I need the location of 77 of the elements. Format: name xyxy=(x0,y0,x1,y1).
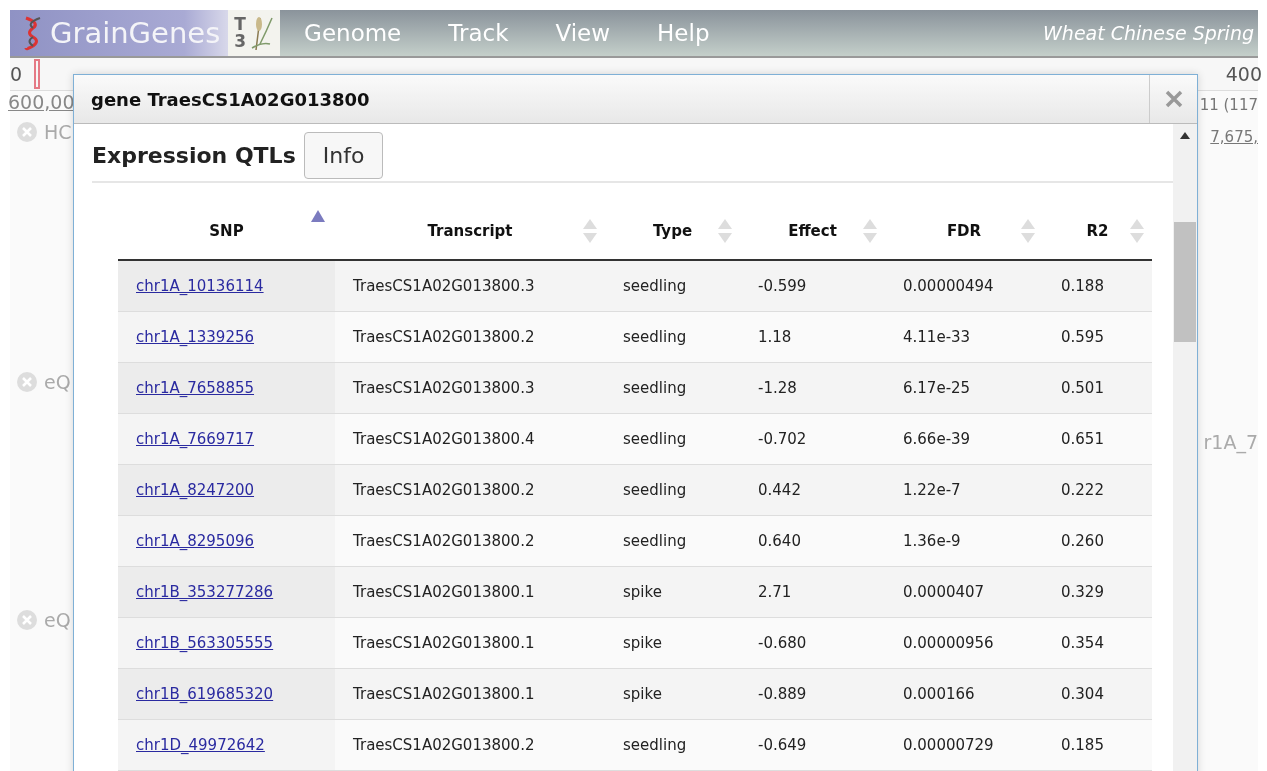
track-label: eQ xyxy=(44,609,71,631)
table-cell: spike xyxy=(623,685,662,703)
table-cell: 0.00000956 xyxy=(903,634,994,652)
track-text: 7,675, xyxy=(1210,127,1258,147)
scrollbar[interactable] xyxy=(1173,124,1197,771)
info-button[interactable]: Info xyxy=(303,132,384,179)
snp-link[interactable]: chr1A_1339256 xyxy=(136,328,255,346)
table-cell: TraesCS1A02G013800.3 xyxy=(353,379,535,397)
assembly-name: Wheat Chinese Spring xyxy=(1043,22,1254,44)
snp-link[interactable]: chr1A_8247200 xyxy=(136,481,255,499)
dialog-title: gene TraesCS1A02G013800 xyxy=(90,88,371,110)
table-cell: TraesCS1A02G013800.2 xyxy=(353,481,535,499)
table-cell: -1.28 xyxy=(758,379,797,397)
table-cell: 0.304 xyxy=(1061,685,1104,703)
table-cell: 4.11e-33 xyxy=(903,328,971,346)
table-cell: TraesCS1A02G013800.1 xyxy=(353,634,535,652)
close-icon[interactable] xyxy=(16,371,38,393)
table-cell: 0.354 xyxy=(1061,634,1104,652)
table-cell: 0.501 xyxy=(1061,379,1104,397)
table-cell: TraesCS1A02G013800.2 xyxy=(353,736,535,754)
table-cell: -0.702 xyxy=(758,430,807,448)
table-cell: 0.640 xyxy=(758,532,801,550)
table-cell: TraesCS1A02G013800.1 xyxy=(353,583,535,601)
table-cell: seedling xyxy=(623,430,687,448)
table-cell: -0.680 xyxy=(758,634,807,652)
table-cell: 0.595 xyxy=(1061,328,1104,346)
close-icon[interactable] xyxy=(16,121,38,143)
table-cell: 6.66e-39 xyxy=(903,430,971,448)
snp-link[interactable]: chr1A_8295096 xyxy=(136,532,255,550)
table-cell: 0.222 xyxy=(1061,481,1104,499)
snp-link[interactable]: chr1A_7658855 xyxy=(136,379,255,397)
table-cell: TraesCS1A02G013800.3 xyxy=(353,277,535,295)
table-cell: TraesCS1A02G013800.2 xyxy=(353,532,535,550)
scale-label: 0 xyxy=(10,63,23,85)
table-cell: 2.71 xyxy=(758,583,792,601)
table-cell: -0.889 xyxy=(758,685,807,703)
table-cell: 0.188 xyxy=(1061,277,1104,295)
scale-label: 400 xyxy=(1225,63,1262,85)
close-icon xyxy=(1164,90,1183,108)
table-cell: TraesCS1A02G013800.4 xyxy=(353,430,535,448)
table-cell: 0.260 xyxy=(1061,532,1104,550)
table-cell: seedling xyxy=(623,277,687,295)
track-label: HC xyxy=(44,121,72,143)
table-cell: 0.0000407 xyxy=(903,583,985,601)
table-cell: 0.185 xyxy=(1061,736,1104,754)
table-cell: seedling xyxy=(623,379,687,397)
table-cell: 1.36e-9 xyxy=(903,532,961,550)
position-marker[interactable] xyxy=(34,59,41,89)
logo-letter: T 3 xyxy=(234,16,247,50)
table-cell: -0.649 xyxy=(758,736,807,754)
table-cell: spike xyxy=(623,583,662,601)
feature-label: r1A_7 xyxy=(1203,431,1258,453)
track-label: eQ xyxy=(44,371,71,393)
table-cell: 1.18 xyxy=(758,328,792,346)
table-cell: 0.329 xyxy=(1061,583,1104,601)
scrollbar-thumb[interactable] xyxy=(1174,222,1196,342)
scale-label: 600,00 xyxy=(8,91,74,113)
table-cell: seedling xyxy=(623,328,687,346)
scroll-up-icon[interactable] xyxy=(1180,132,1190,140)
table-cell: 0.00000729 xyxy=(903,736,994,754)
table-cell: spike xyxy=(623,634,662,652)
table-cell: 1.22e-7 xyxy=(903,481,961,499)
table-cell: 0.00000494 xyxy=(903,277,994,295)
table-cell: -0.599 xyxy=(758,277,807,295)
table-cell: 0.651 xyxy=(1061,430,1104,448)
table-cell: seedling xyxy=(623,532,687,550)
table-cell: 0.442 xyxy=(758,481,801,499)
snp-link[interactable]: chr1A_7669717 xyxy=(136,430,255,448)
section-heading: Expression QTLs xyxy=(92,143,296,168)
track-text: 11 (117 xyxy=(1199,95,1258,115)
table-cell: TraesCS1A02G013800.1 xyxy=(353,685,535,703)
table-cell: seedling xyxy=(623,481,687,499)
table-cell: 6.17e-25 xyxy=(903,379,971,397)
table-cell: TraesCS1A02G013800.2 xyxy=(353,328,535,346)
table-cell: seedling xyxy=(623,736,687,754)
table-cell: 0.000166 xyxy=(903,685,975,703)
close-icon[interactable] xyxy=(16,609,38,631)
